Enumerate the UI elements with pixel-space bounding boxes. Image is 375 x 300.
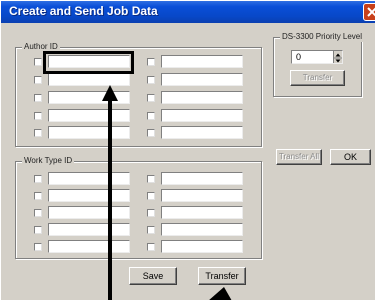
spinner-arrows-icon [334,53,342,63]
work-type-checkbox[interactable] [147,175,155,183]
author-checkbox[interactable] [34,94,42,102]
author-id-field[interactable] [161,126,243,139]
work-type-checkbox[interactable] [34,175,42,183]
author-checkbox[interactable] [147,112,155,120]
work-type-id-field[interactable] [161,172,243,185]
up-arrow-icon [209,287,232,300]
priority-transfer-button[interactable]: Transfer [290,70,345,86]
dialog-window: Create and Send Job Data Author ID Work … [0,0,375,300]
author-checkbox[interactable] [34,112,42,120]
author-id-field[interactable] [161,109,243,122]
spinner-buttons[interactable] [333,51,342,63]
author-checkbox[interactable] [34,58,42,66]
close-button[interactable] [363,3,375,21]
work-type-checkbox[interactable] [34,226,42,234]
work-type-id-field[interactable] [161,240,243,253]
priority-spinner[interactable]: 0 [291,50,343,64]
author-id-field[interactable] [161,73,243,86]
title-bar[interactable]: Create and Send Job Data [1,1,375,23]
author-checkbox[interactable] [147,94,155,102]
work-type-id-field[interactable] [161,206,243,219]
priority-level-group: DS-3300 Priority Level [273,32,365,97]
work-type-id-group-label: Work Type ID [22,156,75,166]
transfer-button[interactable]: Transfer [198,267,246,285]
work-type-checkbox[interactable] [147,243,155,251]
work-type-checkbox[interactable] [147,209,155,217]
close-icon [367,7,375,17]
author-field-highlight-box [43,51,134,74]
priority-value[interactable]: 0 [296,51,301,63]
ok-button[interactable]: OK [330,149,371,165]
author-checkbox[interactable] [34,129,42,137]
work-type-checkbox[interactable] [34,209,42,217]
author-checkbox[interactable] [34,76,42,84]
work-type-id-field[interactable] [161,223,243,236]
window-title: Create and Send Job Data [9,4,158,18]
author-id-field[interactable] [161,91,243,104]
author-id-field[interactable] [161,55,243,68]
work-type-checkbox[interactable] [147,226,155,234]
up-arrow-icon [102,85,118,300]
author-checkbox[interactable] [147,129,155,137]
work-type-id-field[interactable] [161,189,243,202]
save-button[interactable]: Save [129,267,177,285]
priority-level-group-label: DS-3300 Priority Level [280,32,365,42]
author-checkbox[interactable] [147,58,155,66]
author-checkbox[interactable] [147,76,155,84]
work-type-checkbox[interactable] [147,192,155,200]
transfer-all-button[interactable]: Transfer All [276,149,322,165]
work-type-checkbox[interactable] [34,192,42,200]
work-type-checkbox[interactable] [34,243,42,251]
